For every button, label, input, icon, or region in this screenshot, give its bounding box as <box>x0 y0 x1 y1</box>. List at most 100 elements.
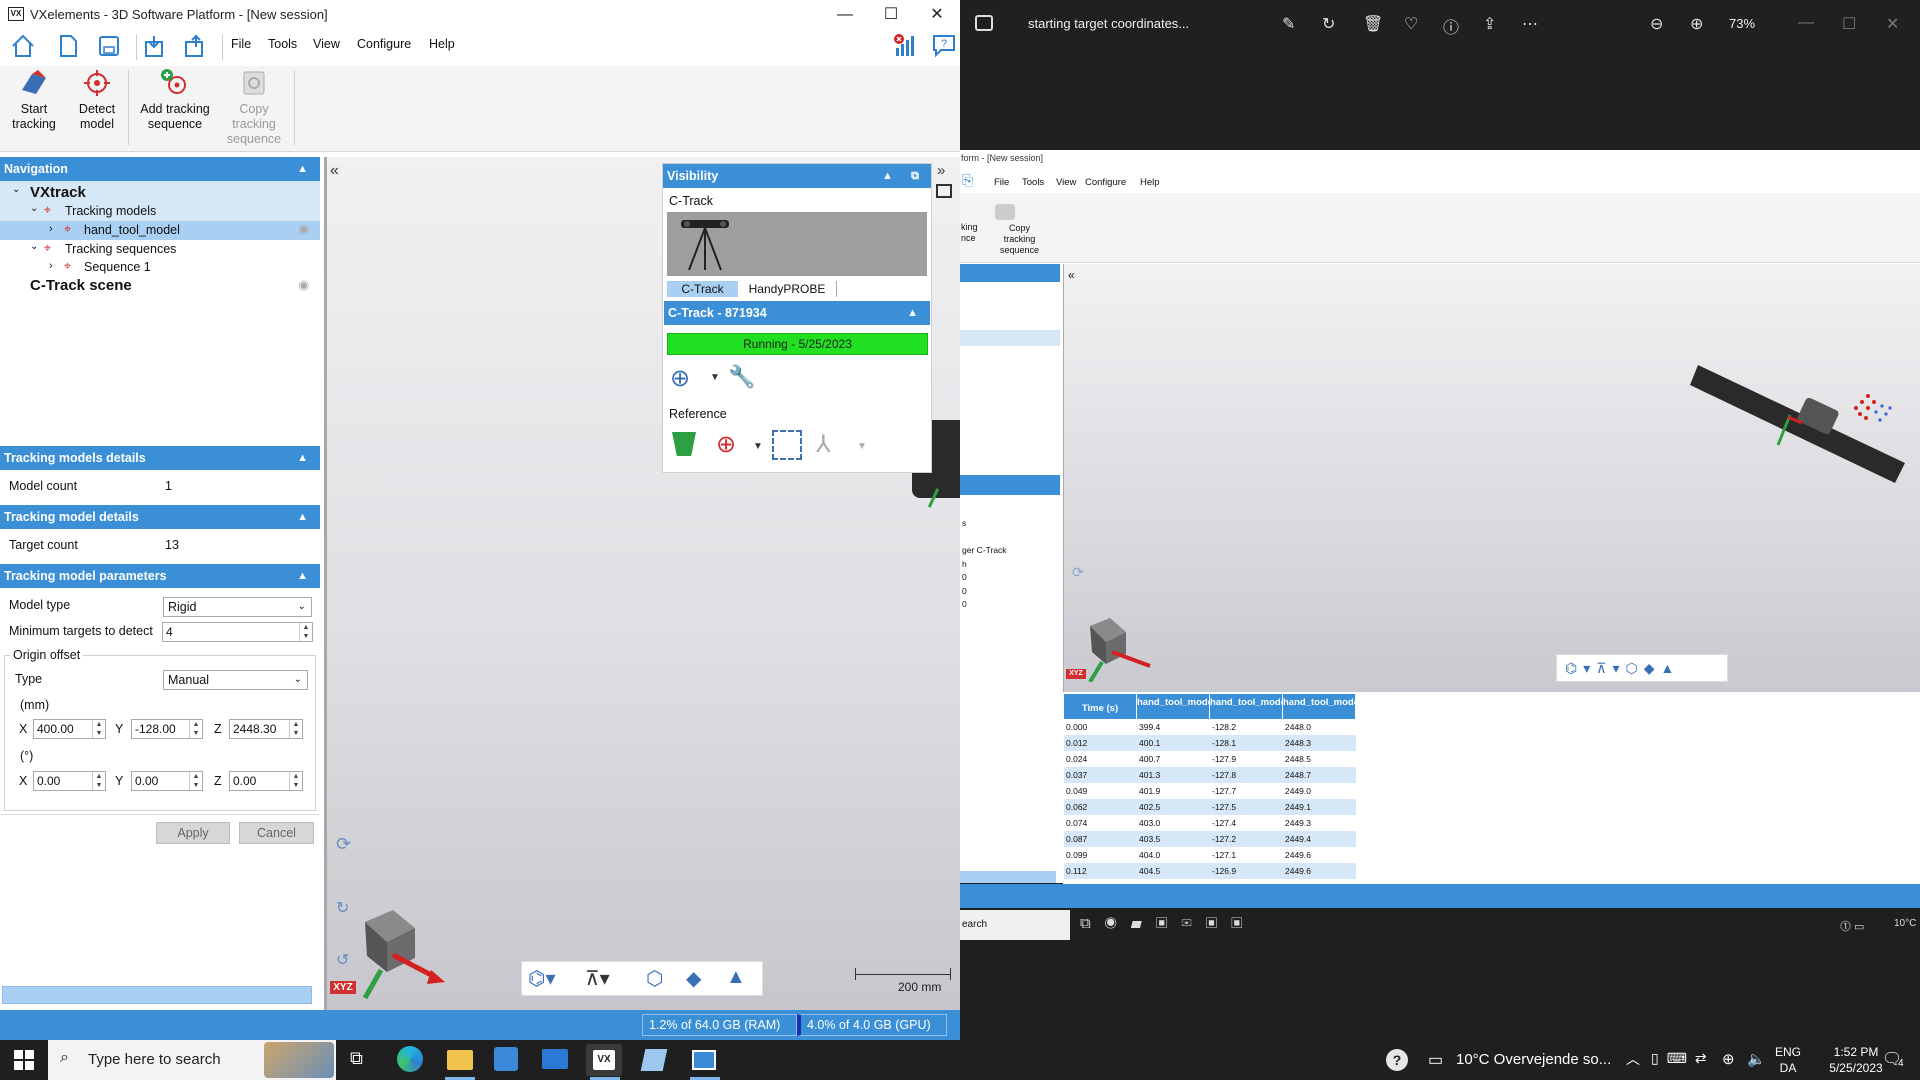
tracking-target-icon[interactable]: ⊕ <box>670 364 690 393</box>
surface-shape-icon[interactable]: ▲ <box>726 966 746 989</box>
import-icon[interactable] <box>142 33 168 59</box>
collapse-icon[interactable]: ▲ <box>297 157 308 181</box>
panel-toggle-icon[interactable] <box>936 184 952 198</box>
close-button[interactable]: ✕ <box>914 0 960 30</box>
vxelements-taskbar-icon[interactable]: VX <box>593 1050 615 1070</box>
z-deg-spinner[interactable]: 0.00 ▲ ▼ <box>229 771 303 791</box>
show-hidden-icons[interactable]: ︿ <box>1626 1049 1640 1069</box>
collapse-icon[interactable]: ▲ <box>297 505 308 529</box>
maximize-button[interactable]: ☐ <box>868 0 914 30</box>
home-icon[interactable] <box>10 33 36 59</box>
eye-icon[interactable]: ◉ <box>298 277 309 293</box>
start-tracking-button[interactable]: Start tracking <box>4 68 64 132</box>
spinner-arrows-icon[interactable]: ▲ ▼ <box>289 772 302 790</box>
file-explorer-icon[interactable] <box>447 1050 473 1070</box>
visibility-header[interactable]: Visibility ▲ ⧉ <box>663 164 931 188</box>
info-icon[interactable]: ⓘ <box>1443 14 1459 38</box>
collapse-icon[interactable]: ▲ <box>297 564 308 588</box>
menu-configure[interactable]: Configure <box>357 37 411 51</box>
tree-root-vxtrack[interactable]: VXtrack <box>30 184 86 201</box>
tree-ctrack-scene[interactable]: C-Track scene <box>30 277 132 294</box>
menu-view[interactable]: View <box>313 37 340 51</box>
task-view-icon[interactable]: ⧉ <box>350 1048 363 1069</box>
weather-text[interactable]: 10°C Overvejende so... <box>1456 1051 1611 1068</box>
wireframe-cube-icon[interactable]: ⬡ <box>646 966 663 991</box>
collapse-icon[interactable]: ▲ <box>882 164 893 188</box>
close-button[interactable]: ✕ <box>1886 14 1899 34</box>
model-type-select[interactable]: Rigid ⌄ <box>163 597 312 617</box>
spinner-arrows-icon[interactable]: ▲ ▼ <box>289 720 302 738</box>
volume-icon[interactable]: 🔈 <box>1747 1050 1766 1068</box>
menu-tools[interactable]: Tools <box>268 37 297 51</box>
delete-icon[interactable]: 🗑 <box>1363 14 1383 34</box>
axis-system-icon[interactable]: ⅄ <box>816 430 831 459</box>
tab-handyprobe[interactable]: HandyPROBE <box>738 281 837 297</box>
rotate-icon[interactable]: ↻ <box>1322 14 1335 34</box>
windows-start-icon[interactable] <box>14 1050 34 1070</box>
photos-taskbar-icon[interactable] <box>692 1050 716 1070</box>
apply-button[interactable]: Apply <box>156 822 230 844</box>
more-options-icon[interactable]: ⋯ <box>1522 14 1538 34</box>
chevron-down-icon[interactable]: ▼ <box>857 441 867 452</box>
y-mm-spinner[interactable]: -128.00 ▲ ▼ <box>131 719 203 739</box>
spinner-arrows-icon[interactable]: ▲ ▼ <box>189 772 202 790</box>
expand-right-icon[interactable]: » <box>937 162 945 179</box>
solid-shape-icon[interactable]: ◆ <box>686 966 701 991</box>
tree-tracking-sequences[interactable]: Tracking sequences <box>65 242 176 256</box>
popout-icon[interactable]: ⧉ <box>911 164 919 188</box>
collapse-left-icon[interactable]: « <box>330 162 339 180</box>
spinner-arrows-icon[interactable]: ▲ ▼ <box>299 623 312 641</box>
menu-file[interactable]: File <box>231 37 251 51</box>
tab-ctrack[interactable]: C-Track <box>667 281 738 297</box>
help-chat-icon[interactable]: ? <box>931 33 957 57</box>
export-icon[interactable] <box>182 33 208 59</box>
x-mm-spinner[interactable]: 400.00 ▲ ▼ <box>33 719 106 739</box>
zoom-in-icon[interactable]: ⊕ <box>1690 14 1703 34</box>
clock[interactable]: 1:52 PM 5/25/2023 <box>1824 1044 1888 1076</box>
edge-browser-icon[interactable] <box>397 1046 423 1072</box>
collapse-arrow-icon[interactable]: ⌄ <box>12 184 20 195</box>
tracking-model-parameters-header[interactable]: Tracking model parameters ▲ <box>0 564 320 588</box>
collapse-arrow-icon[interactable]: ⌄ <box>30 203 38 214</box>
collapse-icon[interactable]: ▲ <box>907 301 918 325</box>
help-icon[interactable]: ? <box>1386 1049 1408 1071</box>
new-file-icon[interactable] <box>55 33 81 59</box>
expand-arrow-icon[interactable]: › <box>49 223 53 235</box>
add-tracking-sequence-button[interactable]: Add tracking sequence <box>134 68 216 132</box>
x-deg-spinner[interactable]: 0.00 ▲ ▼ <box>33 771 106 791</box>
cancel-button[interactable]: Cancel <box>239 822 314 844</box>
save-icon[interactable] <box>96 33 122 59</box>
tree-hand-tool-model[interactable]: hand_tool_model <box>84 223 180 237</box>
view-rotate-icon[interactable]: ⟳ <box>336 834 351 855</box>
tray-icons[interactable]: ▯⌨⇄ <box>1651 1050 1715 1067</box>
signal-status-icon[interactable] <box>892 32 918 58</box>
zoom-out-icon[interactable]: ⊖ <box>1650 14 1663 34</box>
collapse-arrow-icon[interactable]: ⌄ <box>30 241 38 252</box>
store-icon[interactable] <box>494 1047 518 1071</box>
copy-tracking-sequence-button[interactable]: Copy tracking sequence <box>222 68 286 147</box>
network-icon[interactable]: ⊕ <box>1722 1050 1735 1068</box>
min-targets-spinner[interactable]: 4 ▲ ▼ <box>162 622 313 642</box>
tracking-model-details-header[interactable]: Tracking model details ▲ <box>0 505 320 529</box>
eye-icon[interactable]: ◉ <box>298 221 309 237</box>
y-deg-spinner[interactable]: 0.00 ▲ ▼ <box>131 771 203 791</box>
tripod-view-icon[interactable]: ⊼▾ <box>585 966 610 991</box>
language-indicator[interactable]: ENG DA <box>1775 1044 1801 1076</box>
expand-arrow-icon[interactable]: › <box>49 260 53 272</box>
app-taskbar-icon[interactable] <box>640 1049 668 1071</box>
spinner-arrows-icon[interactable]: ▲ ▼ <box>92 720 105 738</box>
tree-sequence-1[interactable]: Sequence 1 <box>84 260 151 274</box>
spinner-arrows-icon[interactable]: ▲ ▼ <box>92 772 105 790</box>
minimize-button[interactable]: — <box>822 0 868 30</box>
detect-model-button[interactable]: Detect model <box>70 68 124 132</box>
favorite-icon[interactable]: ♡ <box>1404 14 1418 34</box>
weather-widget-icon[interactable]: ▭ <box>1428 1050 1443 1070</box>
bounding-frame-icon[interactable] <box>772 430 802 460</box>
navigation-header[interactable]: Navigation ▲ <box>0 157 320 181</box>
tools-wrench-icon[interactable]: 🔧 <box>728 364 755 390</box>
share-icon[interactable]: ⇪ <box>1483 14 1496 34</box>
reference-target-icon[interactable]: ⊕ <box>716 430 736 459</box>
tracking-models-details-header[interactable]: Tracking models details ▲ <box>0 446 320 470</box>
minimize-button[interactable]: — <box>1798 14 1814 32</box>
offset-type-select[interactable]: Manual ⌄ <box>163 670 308 690</box>
